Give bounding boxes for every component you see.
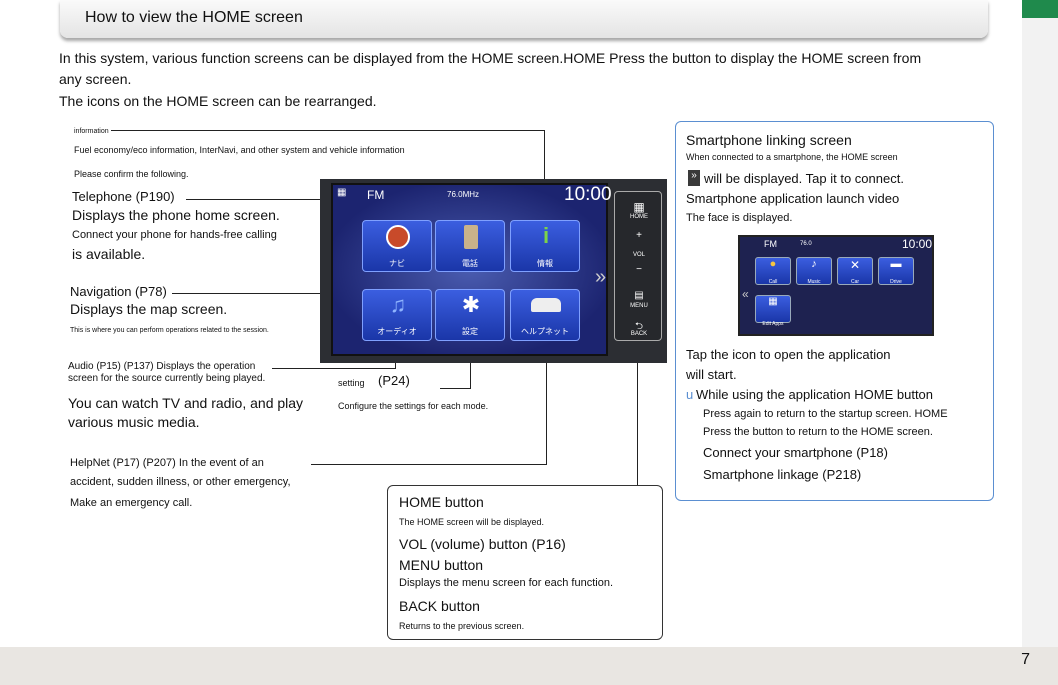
leader-audio-h (272, 368, 396, 369)
frequency-label: 76.0MHz (447, 190, 480, 199)
tile-label-phone: 電話 (462, 259, 478, 268)
helpnet-line-3: Make an emergency call. (70, 497, 193, 509)
helpnet-line-2: accident, sudden illness, or other emerg… (70, 476, 291, 488)
tools-icon: ✕ (849, 258, 861, 272)
setting-title: setting (338, 378, 365, 388)
tile-label-helpnet: ヘルプネット (521, 327, 569, 336)
smartphone-line-2: will be displayed. Tap it to connect. (704, 171, 904, 186)
car-icon: ▬ (890, 258, 902, 270)
menu-icon[interactable]: ▤ (615, 290, 663, 301)
mini-label-edit-apps: Edit Apps (762, 321, 784, 327)
side-button-panel: ▦ HOME + VOL − ▤ MENU ⮌ BACK (614, 191, 662, 341)
smartphone-link-connect[interactable]: Connect your smartphone (P18) (703, 445, 888, 460)
navigation-icon (386, 225, 410, 249)
mini-frequency: 76.0 (800, 241, 812, 247)
back-button-label: BACK (630, 331, 648, 337)
clock: 10:00 (564, 184, 612, 205)
setting-ref: (P24) (378, 373, 410, 388)
home-button-title: HOME button (399, 494, 484, 510)
tile-label-audio: オーディオ (377, 327, 417, 336)
audio-desc-1: You can watch TV and radio, and play (68, 395, 304, 411)
telephone-desc-3: is available. (72, 246, 146, 262)
smartphone-line-3: Smartphone application launch video (686, 191, 900, 206)
bullet-marker: u (686, 387, 694, 402)
mini-label-music: Music (807, 279, 821, 285)
audio-line-1: Audio (P15) (P137) Displays the operatio… (68, 361, 256, 372)
band-label: FM (367, 188, 385, 202)
tile-label-info: 情報 (537, 259, 553, 268)
info-icon: i (542, 223, 550, 248)
menu-button-desc: Displays the menu screen for each functi… (399, 577, 614, 589)
page-number: 7 (1021, 651, 1030, 668)
smartphone-title: Smartphone linking screen (686, 132, 852, 148)
smartphone-line-9: Press the button to return to the HOME s… (703, 426, 933, 438)
mini-tile-edit-apps[interactable]: ▦ (755, 295, 791, 323)
intro-line-2: any screen. (59, 71, 132, 87)
tile-label-navi: ナビ (389, 259, 405, 268)
music-note-icon: ♫ (389, 292, 407, 317)
navigation-title: Navigation (P78) (70, 284, 167, 299)
home-button-desc: The HOME screen will be displayed. (399, 517, 545, 527)
navigation-desc-2: This is where you can perform operations… (70, 327, 269, 334)
back-button-desc: Returns to the previous screen. (399, 621, 525, 631)
telephone-desc-2: Connect your phone for hands-free callin… (72, 229, 277, 241)
leader-info-h (111, 130, 545, 131)
smartphone-line-8: Press again to return to the startup scr… (703, 408, 948, 420)
info-description: Fuel economy/eco information, InterNavi,… (74, 145, 405, 155)
tile-label-settings: 設定 (462, 327, 478, 336)
mini-label-call: Call (768, 279, 778, 285)
volume-up-icon[interactable]: + (615, 230, 663, 241)
phone-icon (464, 225, 478, 249)
vol-button-title: VOL (volume) button (P16) (399, 536, 566, 552)
mini-clock: 10:00 (902, 237, 933, 251)
ambulance-icon (531, 298, 561, 312)
mini-label-car: Car (850, 279, 860, 285)
section-title: How to view the HOME screen (85, 9, 303, 26)
leader-help-h (311, 464, 547, 465)
menu-button-label: MENU (630, 303, 648, 309)
chat-icon: ● (769, 258, 777, 270)
intro-line-3: The icons on the HOME screen can be rear… (59, 93, 377, 109)
smartphone-line-4: The face is displayed. (686, 212, 793, 224)
info-confirm: Please confirm the following. (74, 169, 189, 179)
grid-icon: ▦ (337, 187, 347, 198)
leader-setting-h (440, 388, 470, 389)
apps-grid-icon: ▦ (768, 296, 778, 307)
chevron-right-icon: » (688, 170, 700, 186)
vol-button-label[interactable]: VOL (615, 252, 663, 258)
menu-button-title: MENU button (399, 557, 484, 573)
music-icon: ♪ (811, 258, 817, 270)
smartphone-home-screen: FM 76.0 10:00 « ● Call ♪ Music ✕ Car ▬ D… (738, 235, 934, 336)
smartphone-line-6: will start. (686, 367, 737, 382)
audio-desc-2: various music media. (68, 414, 200, 430)
audio-line-2: screen for the source currently being pl… (68, 373, 266, 384)
setting-desc: Configure the settings for each mode. (338, 401, 489, 411)
page-margin-strip (1022, 18, 1058, 647)
leader-side-v (637, 343, 638, 486)
chevron-left-icon[interactable]: « (742, 287, 749, 301)
telephone-title: Telephone (P190) (72, 189, 175, 204)
intro-line-1: In this system, various function screens… (59, 50, 922, 66)
info-heading: information (74, 128, 109, 135)
smartphone-line-1: When connected to a smartphone, the HOME… (686, 152, 898, 162)
mini-band: FM (764, 239, 777, 249)
telephone-desc: Displays the phone home screen. (72, 207, 280, 223)
smartphone-link-linkage[interactable]: Smartphone linkage (P218) (703, 467, 861, 482)
navigation-desc: Displays the map screen. (70, 301, 228, 317)
helpnet-line-1: HelpNet (P17) (P207) In the event of an (70, 457, 264, 469)
chevron-right-icon[interactable]: » (595, 266, 606, 289)
smartphone-line-5: Tap the icon to open the application (686, 347, 891, 362)
gear-icon: ✱ (461, 292, 481, 317)
volume-down-icon[interactable]: − (615, 264, 663, 275)
section-tab (1022, 0, 1058, 18)
home-icon[interactable]: ▦ (615, 200, 663, 214)
status-bar: ▦ FM 76.0MHz 10:00 (331, 183, 612, 207)
mini-label-drive: Drive (890, 279, 902, 285)
back-button-title: BACK button (399, 598, 480, 614)
page-footer (0, 647, 1058, 685)
home-button-label: HOME (630, 214, 648, 220)
smartphone-line-7: While using the application HOME button (696, 387, 934, 402)
